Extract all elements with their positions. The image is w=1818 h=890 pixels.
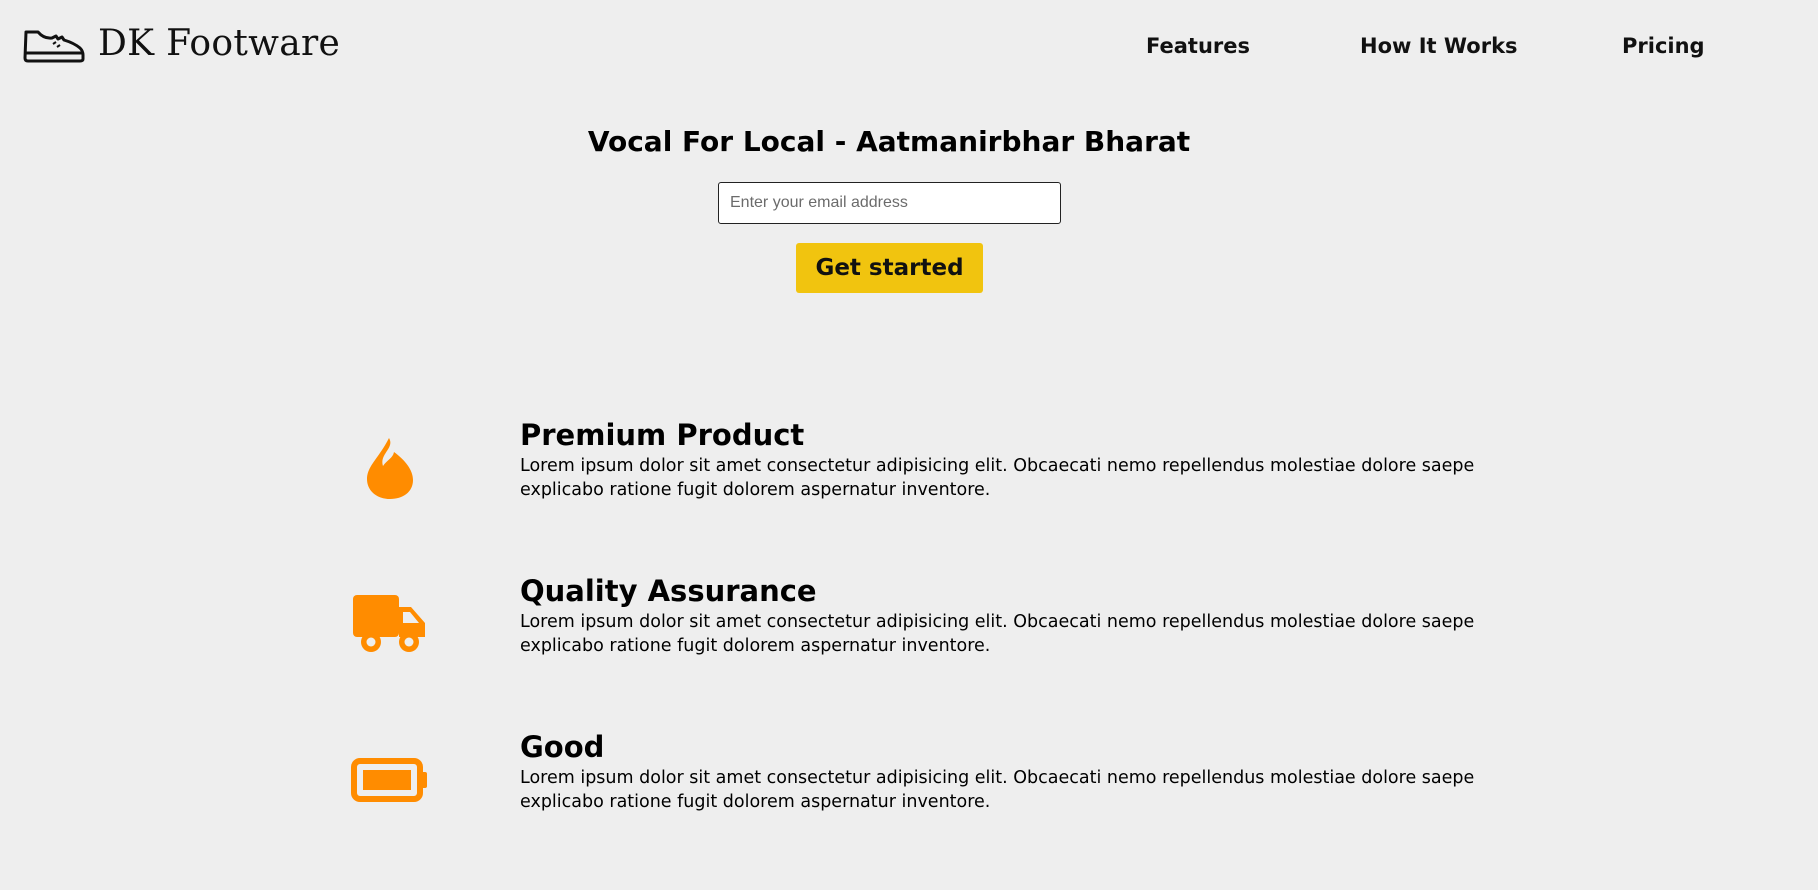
feature-item-premium-product: Premium Product Lorem ipsum dolor sit am… — [340, 418, 1520, 528]
feature-description: Lorem ipsum dolor sit amet consectetur a… — [520, 768, 1475, 812]
feature-title: Quality Assurance — [520, 574, 817, 608]
get-started-button[interactable]: Get started — [796, 243, 983, 293]
sneaker-icon — [23, 30, 85, 63]
feature-description: Lorem ipsum dolor sit amet consectetur a… — [520, 456, 1475, 500]
nav-link-how-it-works[interactable]: How It Works — [1360, 34, 1518, 58]
feature-item-good: Good Lorem ipsum dolor sit amet consecte… — [340, 730, 1520, 840]
email-input[interactable] — [718, 182, 1061, 224]
feature-title: Premium Product — [520, 418, 805, 452]
truck-icon — [340, 574, 440, 674]
feature-title: Good — [520, 730, 605, 764]
hero-title: Vocal For Local - Aatmanirbhar Bharat — [587, 125, 1191, 158]
landing-page: DK Footware Features How It Works Pricin… — [0, 0, 1818, 890]
nav-link-features[interactable]: Features — [1146, 34, 1250, 58]
nav-link-pricing[interactable]: Pricing — [1622, 34, 1705, 58]
fire-icon — [340, 418, 440, 518]
battery-full-icon — [340, 730, 440, 830]
feature-item-quality-assurance: Quality Assurance Lorem ipsum dolor sit … — [340, 574, 1520, 684]
feature-description: Lorem ipsum dolor sit amet consectetur a… — [520, 612, 1475, 656]
brand-name: DK Footware — [98, 23, 341, 64]
brand-logo[interactable]: DK Footware — [22, 24, 340, 64]
